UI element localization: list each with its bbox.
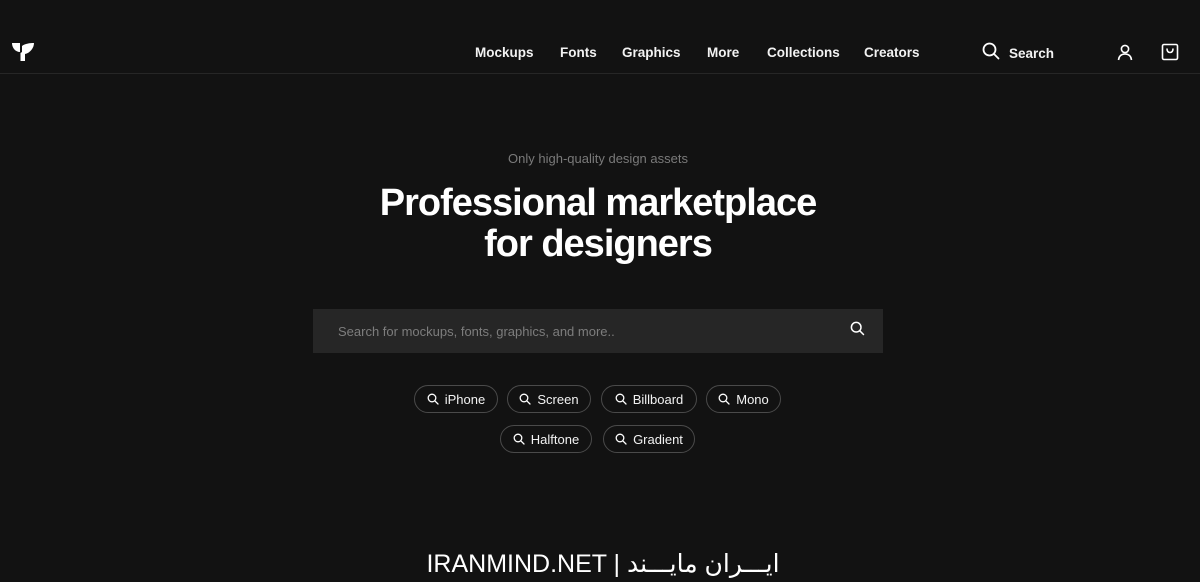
- tag-screen[interactable]: Screen: [507, 385, 591, 413]
- search-icon: [982, 42, 1000, 65]
- search-icon: [615, 433, 627, 445]
- leaf-logo-icon[interactable]: [12, 43, 34, 61]
- search-icon: [718, 393, 730, 405]
- tag-iphone[interactable]: iPhone: [414, 385, 498, 413]
- main-search-submit-button[interactable]: [831, 309, 883, 353]
- header-search-label: Search: [1009, 45, 1055, 61]
- tag-label: Mono: [736, 391, 769, 407]
- tag-label: Halftone: [530, 431, 580, 447]
- nav-item-graphics[interactable]: Graphics: [622, 45, 681, 60]
- tag-halftone[interactable]: Halftone: [500, 425, 592, 453]
- nav-item-mockups[interactable]: Mockups: [475, 45, 534, 60]
- hero-tagline: Only high-quality design assets: [508, 151, 688, 166]
- search-icon: [850, 321, 865, 341]
- search-icon: [519, 393, 532, 405]
- tag-label: Screen: [537, 391, 579, 407]
- header-search-button[interactable]: Search: [982, 42, 1055, 65]
- tag-label: Billboard: [632, 391, 684, 407]
- nav-item-collections[interactable]: Collections: [767, 45, 840, 60]
- main-search-input[interactable]: [313, 309, 831, 353]
- nav-item-more[interactable]: More: [707, 45, 739, 60]
- search-icon: [615, 393, 627, 405]
- top-navigation-bar: Mockups Fonts Graphics More Collections …: [0, 0, 1200, 74]
- tag-mono[interactable]: Mono: [706, 385, 781, 413]
- hero-title: Professional marketplace for designers: [0, 183, 1196, 265]
- search-icon: [513, 433, 525, 445]
- hero-title-line-1: Professional marketplace: [379, 182, 817, 224]
- user-icon[interactable]: [1116, 43, 1134, 61]
- tag-billboard[interactable]: Billboard: [601, 385, 697, 413]
- tag-label: iPhone: [444, 391, 486, 407]
- tag-gradient[interactable]: Gradient: [603, 425, 695, 453]
- watermark-text: IRANMIND.NET | ایـــران مایـــند: [426, 550, 780, 578]
- main-search-bar: [313, 309, 883, 353]
- cart-icon[interactable]: [1161, 43, 1179, 61]
- tag-label: Gradient: [633, 431, 683, 447]
- search-icon: [427, 393, 439, 405]
- hero-title-line-2: for designers: [484, 223, 713, 265]
- nav-item-fonts[interactable]: Fonts: [560, 45, 597, 60]
- nav-item-creators[interactable]: Creators: [864, 45, 920, 60]
